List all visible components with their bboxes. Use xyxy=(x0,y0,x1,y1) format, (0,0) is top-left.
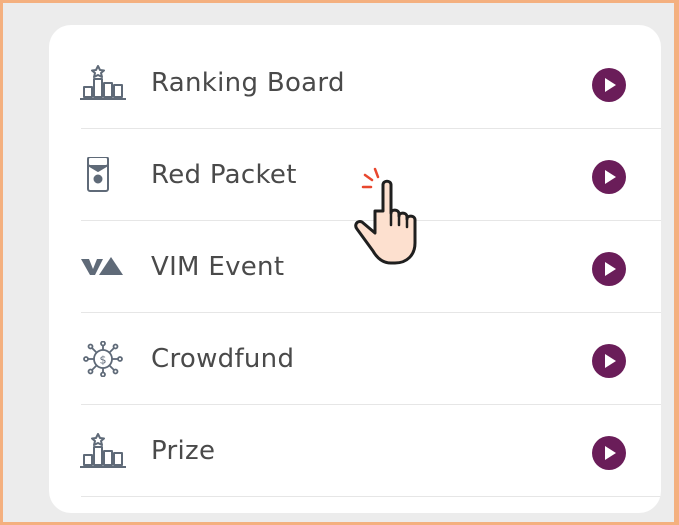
menu-item-vim-event[interactable]: VIM Event xyxy=(49,221,661,313)
menu-item-label: Prize xyxy=(151,436,216,466)
svg-text:$: $ xyxy=(100,354,107,367)
menu-item-crowdfund[interactable]: $ Crowdfund xyxy=(49,313,661,405)
play-arrow-icon[interactable] xyxy=(592,160,626,194)
menu-item-label: Crowdfund xyxy=(151,344,295,374)
menu-item-label: VIM Event xyxy=(151,252,285,282)
vim-event-icon xyxy=(79,249,129,285)
prize-icon xyxy=(79,433,129,469)
play-arrow-icon[interactable] xyxy=(592,68,626,102)
menu-panel: Ranking Board Red Packet VIM Event $ Cro… xyxy=(49,25,661,513)
menu-item-label: Ranking Board xyxy=(151,68,345,98)
play-arrow-icon[interactable] xyxy=(592,344,626,378)
play-arrow-icon[interactable] xyxy=(592,436,626,470)
window-frame: Ranking Board Red Packet VIM Event $ Cro… xyxy=(0,0,679,525)
menu-item-prize[interactable]: Prize xyxy=(49,405,661,497)
menu-item-label: Red Packet xyxy=(151,160,297,190)
divider xyxy=(81,496,661,497)
crowdfund-icon: $ xyxy=(79,341,129,377)
red-packet-icon xyxy=(79,157,129,193)
menu-item-ranking-board[interactable]: Ranking Board xyxy=(49,37,661,129)
menu-item-red-packet[interactable]: Red Packet xyxy=(49,129,661,221)
ranking-board-icon xyxy=(79,65,129,101)
play-arrow-icon[interactable] xyxy=(592,252,626,286)
